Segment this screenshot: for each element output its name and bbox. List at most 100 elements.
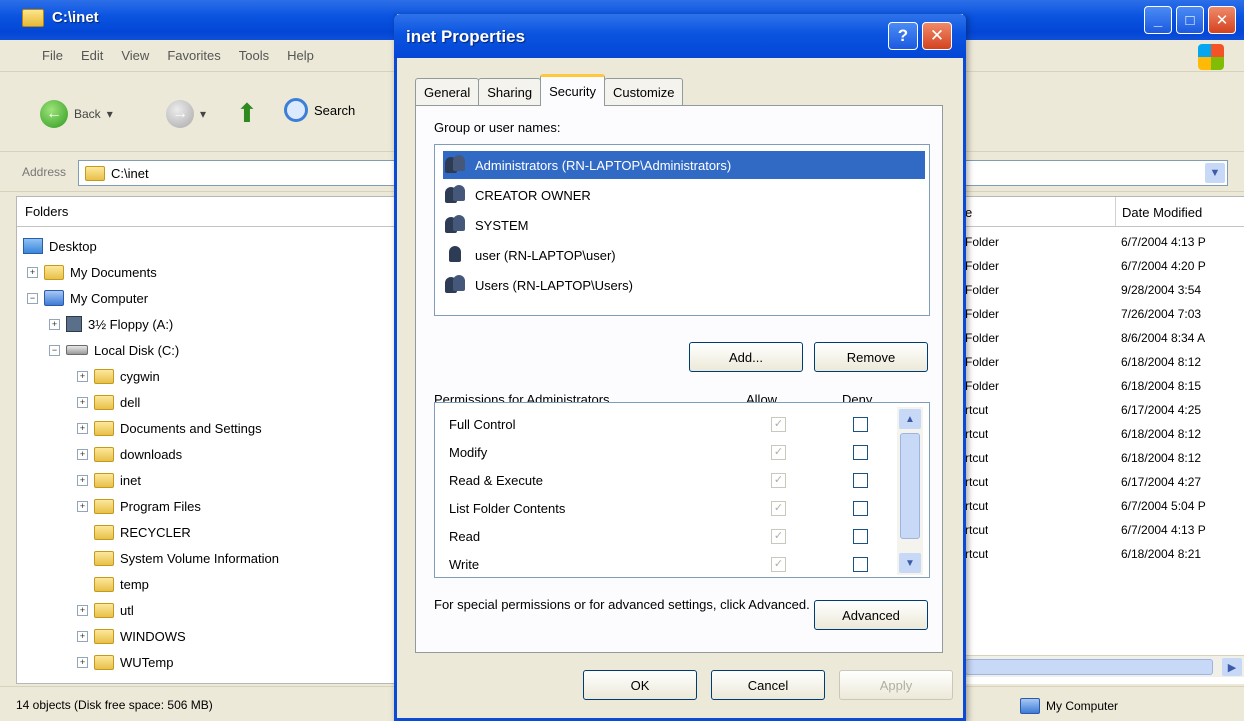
- file-type-cell[interactable]: Folder: [965, 235, 999, 259]
- add-button[interactable]: Add...: [689, 342, 803, 372]
- up-folder-icon[interactable]: ⬆: [236, 98, 258, 129]
- menu-edit[interactable]: Edit: [81, 48, 103, 63]
- file-date-cell[interactable]: 6/17/2004 4:25: [1121, 403, 1201, 427]
- tree-item-cygwin[interactable]: + cygwin: [77, 363, 160, 389]
- file-type-cell[interactable]: rtcut: [965, 475, 988, 499]
- file-type-cell[interactable]: Folder: [965, 379, 999, 403]
- close-icon[interactable]: ✕: [922, 22, 952, 50]
- file-date-cell[interactable]: 8/6/2004 8:34 A: [1121, 331, 1205, 355]
- tree-item-my-computer[interactable]: − My Computer: [27, 285, 148, 311]
- collapse-icon[interactable]: −: [49, 344, 60, 356]
- horizontal-scrollbar[interactable]: ▶: [965, 655, 1244, 677]
- tab-security[interactable]: Security: [540, 74, 606, 106]
- tab-general[interactable]: General: [415, 78, 480, 106]
- tree-item-documents-and-settings[interactable]: + Documents and Settings: [77, 415, 262, 441]
- deny-checkbox[interactable]: [853, 501, 868, 516]
- minimize-button[interactable]: _: [1144, 6, 1172, 34]
- scrollbar-thumb[interactable]: [900, 433, 920, 539]
- file-date-cell[interactable]: 6/18/2004 8:12: [1121, 355, 1201, 379]
- file-date-cell[interactable]: 6/18/2004 8:12: [1121, 451, 1201, 475]
- tree-item-wutemp[interactable]: + WUTemp: [77, 649, 173, 675]
- file-date-cell[interactable]: 6/7/2004 4:20 P: [1121, 259, 1206, 283]
- file-date-cell[interactable]: 6/7/2004 4:13 P: [1121, 523, 1206, 547]
- file-type-cell[interactable]: rtcut: [965, 451, 988, 475]
- menu-file[interactable]: File: [42, 48, 63, 63]
- column-header-type[interactable]: e: [965, 197, 1115, 227]
- file-date-cell[interactable]: 6/18/2004 8:21: [1121, 547, 1201, 571]
- deny-checkbox[interactable]: [853, 445, 868, 460]
- chevron-down-icon[interactable]: ▼: [1205, 163, 1225, 183]
- file-date-cell[interactable]: 6/18/2004 8:15: [1121, 379, 1201, 403]
- expand-icon[interactable]: +: [77, 474, 88, 486]
- file-type-cell[interactable]: rtcut: [965, 403, 988, 427]
- expand-icon[interactable]: +: [77, 656, 88, 668]
- search-button[interactable]: Search: [284, 98, 355, 122]
- expand-icon[interactable]: +: [27, 266, 38, 278]
- dialog-titlebar[interactable]: inet Properties ? ✕: [394, 14, 966, 58]
- users-listbox[interactable]: Administrators (RN-LAPTOP\Administrators…: [434, 144, 930, 316]
- chevron-down-icon[interactable]: ▼: [899, 553, 921, 573]
- tree-item-desktop[interactable]: Desktop: [23, 233, 97, 259]
- apply-button[interactable]: Apply: [839, 670, 953, 700]
- file-type-cell[interactable]: rtcut: [965, 499, 988, 523]
- chevron-up-icon[interactable]: ▲: [899, 409, 921, 429]
- expand-icon[interactable]: +: [77, 500, 88, 512]
- menu-view[interactable]: View: [121, 48, 149, 63]
- menu-tools[interactable]: Tools: [239, 48, 269, 63]
- user-item-administrators[interactable]: Administrators (RN-LAPTOP\Administrators…: [443, 151, 925, 179]
- tree-item-windows[interactable]: + WINDOWS: [77, 623, 186, 649]
- chevron-down-icon[interactable]: ▾: [107, 107, 113, 121]
- file-date-cell[interactable]: 6/7/2004 5:04 P: [1121, 499, 1206, 523]
- forward-button[interactable]: → ▾: [166, 100, 206, 128]
- deny-checkbox[interactable]: [853, 529, 868, 544]
- column-header-date-modified[interactable]: Date Modified: [1115, 197, 1244, 227]
- expand-icon[interactable]: +: [77, 604, 88, 616]
- cancel-button[interactable]: Cancel: [711, 670, 825, 700]
- expand-icon[interactable]: +: [77, 630, 88, 642]
- maximize-button[interactable]: □: [1176, 6, 1204, 34]
- deny-checkbox[interactable]: [853, 417, 868, 432]
- chevron-down-icon[interactable]: ▾: [200, 107, 206, 121]
- help-icon[interactable]: ?: [888, 22, 918, 50]
- remove-button[interactable]: Remove: [814, 342, 928, 372]
- user-item-user[interactable]: user (RN-LAPTOP\user): [443, 241, 925, 269]
- tree-item-dell[interactable]: + dell: [77, 389, 140, 415]
- tree-item-system-volume-information[interactable]: System Volume Information: [94, 545, 279, 571]
- user-item-system[interactable]: SYSTEM: [443, 211, 925, 239]
- close-button[interactable]: ✕: [1208, 6, 1236, 34]
- file-type-cell[interactable]: rtcut: [965, 523, 988, 547]
- tab-customize[interactable]: Customize: [604, 78, 684, 106]
- tree-item-utl[interactable]: + utl: [77, 597, 134, 623]
- expand-icon[interactable]: +: [77, 448, 88, 460]
- vertical-scrollbar[interactable]: ▲ ▼: [897, 407, 923, 575]
- ok-button[interactable]: OK: [583, 670, 697, 700]
- tree-item-program-files[interactable]: + Program Files: [77, 493, 201, 519]
- tree-item-inet[interactable]: + inet: [77, 467, 141, 493]
- file-date-cell[interactable]: 7/26/2004 7:03: [1121, 307, 1201, 331]
- chevron-right-icon[interactable]: ▶: [1222, 658, 1242, 676]
- file-date-cell[interactable]: 6/7/2004 4:13 P: [1121, 235, 1206, 259]
- file-type-cell[interactable]: Folder: [965, 355, 999, 379]
- expand-icon[interactable]: +: [77, 422, 88, 434]
- collapse-icon[interactable]: −: [27, 292, 38, 304]
- tree-item-recycler[interactable]: RECYCLER: [94, 519, 191, 545]
- menu-favorites[interactable]: Favorites: [167, 48, 220, 63]
- file-type-cell[interactable]: Folder: [965, 331, 999, 355]
- tab-sharing[interactable]: Sharing: [478, 78, 542, 106]
- user-item-creator-owner[interactable]: CREATOR OWNER: [443, 181, 925, 209]
- tree-item-floppy[interactable]: + 3½ Floppy (A:): [49, 311, 173, 337]
- file-type-cell[interactable]: Folder: [965, 283, 999, 307]
- user-item-users[interactable]: Users (RN-LAPTOP\Users): [443, 271, 925, 299]
- tree-item-local-disk[interactable]: − Local Disk (C:): [49, 337, 179, 363]
- back-button[interactable]: ← Back ▾: [40, 100, 113, 128]
- tree-item-temp[interactable]: temp: [94, 571, 149, 597]
- deny-checkbox[interactable]: [853, 557, 868, 572]
- file-type-cell[interactable]: rtcut: [965, 427, 988, 451]
- expand-icon[interactable]: +: [49, 318, 60, 330]
- file-type-cell[interactable]: rtcut: [965, 547, 988, 571]
- menu-help[interactable]: Help: [287, 48, 314, 63]
- tree-item-my-documents[interactable]: + My Documents: [27, 259, 157, 285]
- file-date-cell[interactable]: 6/18/2004 8:12: [1121, 427, 1201, 451]
- expand-icon[interactable]: +: [77, 396, 88, 408]
- file-type-cell[interactable]: Folder: [965, 307, 999, 331]
